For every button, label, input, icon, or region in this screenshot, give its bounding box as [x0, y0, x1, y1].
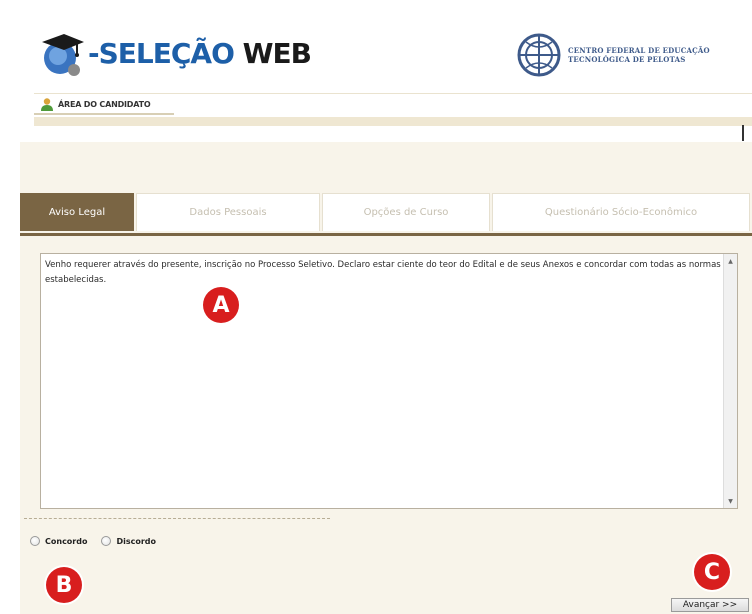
scroll-up-icon[interactable]: ▲: [724, 254, 737, 268]
institution-seal-icon: [517, 33, 561, 77]
logo-prefix: -SELEÇÃO: [88, 37, 235, 70]
nav-underline: [34, 113, 174, 115]
annotation-badge-c: C: [694, 554, 730, 590]
institution-name: CENTRO FEDERAL DE EDUCAÇÃO TECNOLÓGICA D…: [568, 46, 710, 64]
annotation-badge-b: B: [46, 567, 82, 603]
tab-bar: Aviso Legal Dados Pessoais Opções de Cur…: [20, 193, 752, 236]
disagree-label: Discordo: [116, 536, 157, 546]
text-cursor: [742, 125, 744, 141]
institution-line-1: CENTRO FEDERAL DE EDUCAÇÃO: [568, 46, 710, 55]
agree-option[interactable]: Concordo: [30, 536, 87, 546]
textarea-scrollbar[interactable]: ▲ ▼: [723, 254, 737, 508]
tab-dados-pessoais[interactable]: Dados Pessoais: [136, 193, 320, 231]
scroll-down-icon[interactable]: ▼: [724, 494, 737, 508]
legal-notice-textarea[interactable]: Venho requerer através do presente, insc…: [40, 253, 738, 509]
candidate-area-bar: ÁREA DO CANDIDATO: [34, 93, 752, 116]
graduation-cap-icon: [42, 34, 84, 76]
agree-label: Concordo: [45, 536, 88, 546]
agree-radio[interactable]: [30, 536, 40, 546]
candidate-area-link[interactable]: ÁREA DO CANDIDATO: [40, 97, 151, 111]
disagree-option[interactable]: Discordo: [101, 536, 156, 546]
annotation-badge-a: A: [203, 287, 239, 323]
logo-title: -SELEÇÃO WEB: [88, 37, 312, 70]
agreement-options: Concordo Discordo: [30, 536, 170, 546]
tab-questionario[interactable]: Questionário Sócio-Econômico: [492, 193, 750, 231]
tab-opcoes-de-curso[interactable]: Opções de Curso: [322, 193, 490, 231]
header: -SELEÇÃO WEB CENTRO FEDERAL DE EDUCAÇÃO …: [0, 0, 752, 92]
institution-line-2: TECNOLÓGICA DE PELOTAS: [568, 55, 686, 64]
next-button[interactable]: Avançar >>: [671, 598, 749, 612]
legal-notice-text: Venho requerer através do presente, insc…: [45, 260, 721, 285]
institution-logo: CENTRO FEDERAL DE EDUCAÇÃO TECNOLÓGICA D…: [516, 30, 710, 80]
logo-suffix: WEB: [242, 37, 312, 70]
area-label: ÁREA DO CANDIDATO: [58, 99, 151, 109]
selecao-web-logo: -SELEÇÃO WEB: [40, 30, 312, 78]
header-band: [34, 117, 752, 126]
user-icon: [41, 98, 53, 111]
disagree-radio[interactable]: [101, 536, 112, 546]
divider: [24, 518, 330, 519]
tab-aviso-legal[interactable]: Aviso Legal: [20, 193, 134, 231]
